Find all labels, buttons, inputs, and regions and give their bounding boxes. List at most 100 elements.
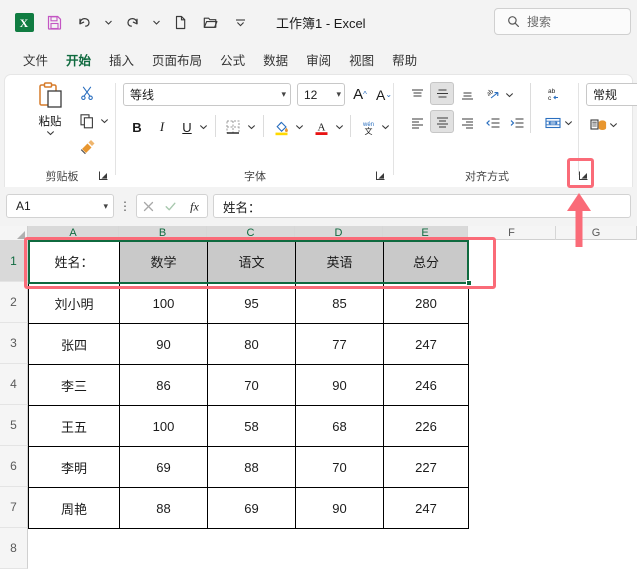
new-file-icon[interactable] — [166, 9, 194, 37]
cell-a3[interactable]: 张四 — [28, 323, 120, 365]
formula-input[interactable]: 姓名： — [213, 194, 631, 218]
bold-button[interactable]: B — [127, 115, 147, 139]
redo-icon[interactable] — [118, 9, 146, 37]
tab-review[interactable]: 审阅 — [297, 46, 340, 73]
font-color-dropdown-icon[interactable] — [333, 115, 346, 139]
formula-bar-more-icon[interactable]: ⋮ — [114, 199, 136, 213]
phonetic-dropdown-icon[interactable] — [379, 115, 392, 139]
align-top-button[interactable] — [405, 83, 429, 106]
cell-e1[interactable]: 总分 — [383, 240, 469, 283]
tab-data[interactable]: 数据 — [254, 46, 297, 73]
cell-b2[interactable]: 100 — [119, 282, 208, 324]
fill-color-dropdown-icon[interactable] — [293, 115, 306, 139]
column-header-a[interactable]: A — [28, 226, 119, 240]
name-box[interactable]: A1 ▾ — [6, 194, 114, 218]
tab-insert[interactable]: 插入 — [100, 46, 143, 73]
borders-button[interactable] — [222, 115, 244, 139]
orientation-button[interactable]: ab — [481, 83, 505, 106]
copy-icon[interactable] — [77, 111, 97, 131]
column-header-f[interactable]: F — [468, 226, 556, 240]
cut-icon[interactable] — [77, 83, 97, 103]
cell-d6[interactable]: 70 — [295, 446, 384, 488]
align-bottom-button[interactable] — [455, 83, 479, 106]
select-all-corner[interactable] — [0, 226, 28, 240]
borders-dropdown-icon[interactable] — [245, 115, 258, 139]
tab-help[interactable]: 帮助 — [383, 46, 426, 73]
cell-c2[interactable]: 95 — [207, 282, 296, 324]
customize-qat-icon[interactable] — [226, 9, 254, 37]
cell-a7[interactable]: 周艳 — [28, 487, 120, 529]
open-folder-icon[interactable] — [196, 9, 224, 37]
column-header-d[interactable]: D — [295, 226, 383, 240]
cell-e4[interactable]: 246 — [383, 364, 469, 406]
row-header-3[interactable]: 3 — [0, 323, 28, 364]
cell-d2[interactable]: 85 — [295, 282, 384, 324]
number-format-combobox[interactable]: 常规 — [586, 83, 637, 106]
undo-icon[interactable] — [70, 9, 98, 37]
tab-file[interactable]: 文件 — [14, 46, 57, 73]
tab-page-layout[interactable]: 页面布局 — [143, 46, 211, 73]
row-header-7[interactable]: 7 — [0, 487, 28, 528]
copy-dropdown-icon[interactable] — [98, 111, 110, 131]
cell-d3[interactable]: 77 — [295, 323, 384, 365]
tab-view[interactable]: 视图 — [340, 46, 383, 73]
format-painter-icon[interactable] — [77, 137, 97, 157]
clipboard-dialog-launcher[interactable] — [95, 167, 111, 183]
cell-d7[interactable]: 90 — [295, 487, 384, 529]
column-header-e[interactable]: E — [383, 226, 468, 240]
row-header-4[interactable]: 4 — [0, 364, 28, 405]
row-header-2[interactable]: 2 — [0, 282, 28, 323]
paste-button[interactable]: 粘贴 — [25, 81, 75, 136]
insert-function-icon[interactable]: fx — [187, 199, 202, 214]
cell-d1[interactable]: 英语 — [295, 240, 384, 283]
row-header-5[interactable]: 5 — [0, 405, 28, 446]
font-dialog-launcher[interactable] — [372, 167, 388, 183]
align-center-button[interactable] — [430, 110, 454, 133]
redo-dropdown-icon[interactable] — [148, 9, 164, 37]
orientation-dropdown-icon[interactable] — [503, 83, 516, 106]
cell-a6[interactable]: 李明 — [28, 446, 120, 488]
column-header-c[interactable]: C — [207, 226, 295, 240]
align-middle-button[interactable] — [430, 82, 454, 105]
column-header-b[interactable]: B — [119, 226, 207, 240]
cell-b3[interactable]: 90 — [119, 323, 208, 365]
undo-dropdown-icon[interactable] — [100, 9, 116, 37]
cell-c6[interactable]: 88 — [207, 446, 296, 488]
cell-c1[interactable]: 语文 — [207, 240, 296, 283]
align-left-button[interactable] — [405, 111, 429, 134]
cell-c5[interactable]: 58 — [207, 405, 296, 447]
cell-c4[interactable]: 70 — [207, 364, 296, 406]
increase-indent-button[interactable] — [505, 111, 529, 134]
cell-b4[interactable]: 86 — [119, 364, 208, 406]
fill-color-button[interactable] — [270, 115, 292, 139]
save-icon[interactable] — [40, 9, 68, 37]
tab-home[interactable]: 开始 — [57, 46, 100, 77]
row-header-6[interactable]: 6 — [0, 446, 28, 487]
accounting-dropdown-icon[interactable] — [607, 113, 620, 136]
font-size-combobox[interactable]: 12 ▾ — [297, 83, 345, 106]
cell-e5[interactable]: 226 — [383, 405, 469, 447]
phonetic-guide-button[interactable]: wén 文 — [357, 115, 379, 139]
cell-d5[interactable]: 68 — [295, 405, 384, 447]
tab-formulas[interactable]: 公式 — [211, 46, 254, 73]
cell-a4[interactable]: 李三 — [28, 364, 120, 406]
font-color-button[interactable]: A — [310, 115, 332, 139]
cell-b7[interactable]: 88 — [119, 487, 208, 529]
cell-a2[interactable]: 刘小明 — [28, 282, 120, 324]
align-right-button[interactable] — [455, 111, 479, 134]
underline-button[interactable]: U — [177, 115, 197, 139]
merge-dropdown-icon[interactable] — [562, 111, 575, 134]
cell-e2[interactable]: 280 — [383, 282, 469, 324]
italic-button[interactable]: I — [152, 115, 172, 139]
cell-e3[interactable]: 247 — [383, 323, 469, 365]
cell-c7[interactable]: 69 — [207, 487, 296, 529]
enter-icon[interactable] — [164, 200, 177, 213]
cell-e6[interactable]: 227 — [383, 446, 469, 488]
decrease-font-size-button[interactable]: A ⌄ — [373, 83, 395, 106]
cell-b1[interactable]: 数学 — [119, 240, 208, 283]
column-header-g[interactable]: G — [556, 226, 637, 240]
paste-dropdown-icon[interactable] — [46, 130, 55, 136]
cell-a5[interactable]: 王五 — [28, 405, 120, 447]
fill-handle[interactable] — [466, 280, 472, 286]
decrease-indent-button[interactable] — [481, 111, 505, 134]
